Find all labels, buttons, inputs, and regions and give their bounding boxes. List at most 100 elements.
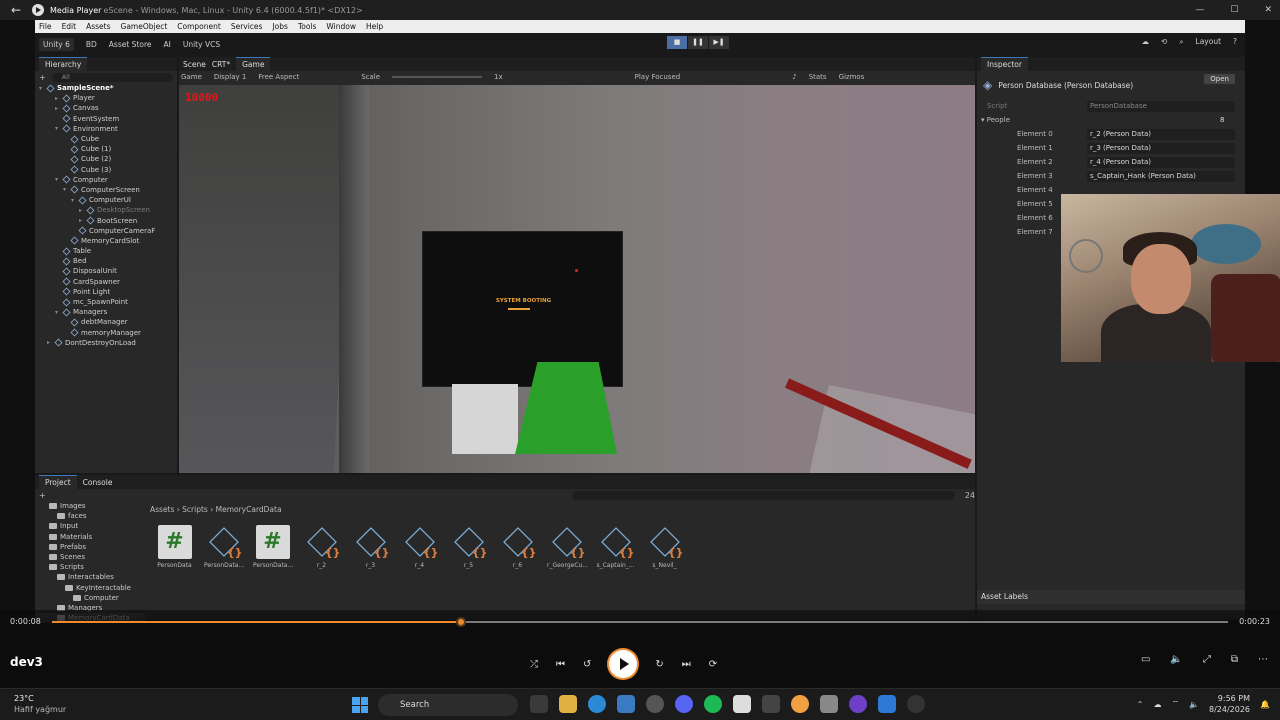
- audio-icon[interactable]: ♪: [792, 73, 796, 81]
- hierarchy-item[interactable]: ▸ BootScreen: [35, 215, 177, 225]
- terminal-icon[interactable]: [762, 695, 780, 713]
- menu-item-services[interactable]: Services: [231, 22, 263, 31]
- task-view-icon[interactable]: [530, 695, 548, 713]
- menu-item-jobs[interactable]: Jobs: [272, 22, 287, 31]
- github-icon[interactable]: [849, 695, 867, 713]
- project-search-input[interactable]: [571, 490, 955, 500]
- tab-scene[interactable]: Scene: [183, 60, 206, 69]
- rewind-10-icon[interactable]: ↺: [583, 659, 591, 670]
- hierarchy-item[interactable]: DisposalUnit: [35, 266, 177, 276]
- hierarchy-item[interactable]: Cube (3): [35, 165, 177, 175]
- hierarchy-item[interactable]: Cube (1): [35, 144, 177, 154]
- hierarchy-item[interactable]: Cube: [35, 134, 177, 144]
- history-icon[interactable]: ⟲: [1161, 37, 1167, 47]
- foldout-arrow-icon[interactable]: ▸: [47, 339, 55, 346]
- hierarchy-item[interactable]: Table: [35, 246, 177, 256]
- minimize-icon[interactable]: —: [1195, 5, 1204, 15]
- hierarchy-item[interactable]: MemoryCardSlot: [35, 236, 177, 246]
- vcs-button[interactable]: Unity VCS: [183, 40, 220, 49]
- menu-item-tools[interactable]: Tools: [298, 22, 316, 31]
- taskbar-search[interactable]: Search: [378, 694, 518, 716]
- asset-labels-section[interactable]: Asset Labels: [977, 590, 1245, 604]
- play-focused-dropdown[interactable]: Play Focused: [635, 73, 681, 81]
- hierarchy-item[interactable]: ▸ DontDestroyOnLoad: [35, 338, 177, 348]
- hierarchy-item[interactable]: debtManager: [35, 317, 177, 327]
- hierarchy-item[interactable]: ▸ DesktopScreen: [35, 205, 177, 215]
- discord-icon[interactable]: [675, 695, 693, 713]
- menu-item-gameobject[interactable]: GameObject: [121, 22, 168, 31]
- hierarchy-item[interactable]: ▾ ComputerScreen: [35, 185, 177, 195]
- menu-item-edit[interactable]: Edit: [62, 22, 77, 31]
- vscode-icon[interactable]: [878, 695, 896, 713]
- hierarchy-item[interactable]: Point Light: [35, 287, 177, 297]
- hierarchy-item[interactable]: ▾ SampleScene*: [35, 83, 177, 93]
- stats-button[interactable]: Stats: [809, 73, 827, 81]
- hierarchy-item[interactable]: ▾ Environment: [35, 124, 177, 134]
- menu-item-help[interactable]: Help: [366, 22, 383, 31]
- tab-inspector[interactable]: Inspector: [981, 57, 1028, 71]
- account-button[interactable]: BD: [86, 40, 97, 49]
- steam-icon[interactable]: [617, 695, 635, 713]
- project-folder-item[interactable]: Input: [35, 521, 145, 531]
- add-icon[interactable]: +: [39, 73, 46, 82]
- fullscreen-icon[interactable]: ⤢: [1203, 654, 1211, 665]
- game-view-dropdown[interactable]: Game: [181, 73, 202, 81]
- hierarchy-item[interactable]: memoryManager: [35, 328, 177, 338]
- hierarchy-item[interactable]: ▸ Canvas: [35, 103, 177, 113]
- repeat-icon[interactable]: ⟳: [709, 659, 717, 670]
- file-explorer-icon[interactable]: [559, 695, 577, 713]
- asset-item[interactable]: {} s_Captain_...: [596, 525, 635, 569]
- asset-item[interactable]: {} r_3: [351, 525, 390, 569]
- maximize-icon[interactable]: ☐: [1230, 5, 1238, 15]
- spotify-icon[interactable]: [704, 695, 722, 713]
- stop-button[interactable]: ■: [667, 36, 687, 49]
- tab-hierarchy[interactable]: Hierarchy: [39, 57, 88, 71]
- miniplayer-icon[interactable]: ⧉: [1231, 654, 1238, 665]
- hierarchy-item[interactable]: ▾ Managers: [35, 307, 177, 317]
- hierarchy-item[interactable]: ▸ Player: [35, 93, 177, 103]
- people-count[interactable]: 8: [1217, 115, 1237, 126]
- aspect-dropdown[interactable]: Free Aspect: [258, 73, 299, 81]
- hierarchy-item[interactable]: ▾ Computer: [35, 175, 177, 185]
- project-folder-item[interactable]: Materials: [35, 532, 145, 542]
- start-icon[interactable]: [352, 697, 368, 713]
- display-dropdown[interactable]: Display 1: [214, 73, 246, 81]
- seek-thumb[interactable]: [456, 617, 467, 627]
- people-foldout[interactable]: ▾ People: [981, 116, 1010, 124]
- hierarchy-item[interactable]: CardSpawner: [35, 277, 177, 287]
- asset-item[interactable]: # PersonData...: [253, 525, 293, 569]
- speaker-icon[interactable]: 🔈: [1189, 700, 1199, 709]
- hierarchy-item[interactable]: Cube (2): [35, 154, 177, 164]
- project-folder-item[interactable]: Scenes: [35, 552, 145, 562]
- gizmos-button[interactable]: Gizmos: [839, 73, 865, 81]
- project-folder-item[interactable]: Computer: [35, 593, 145, 603]
- previous-icon[interactable]: ⏮: [556, 659, 565, 670]
- unity-hub-icon[interactable]: [733, 695, 751, 713]
- menu-item-window[interactable]: Window: [326, 22, 356, 31]
- back-arrow-icon[interactable]: ←: [0, 3, 32, 17]
- project-folder-item[interactable]: Prefabs: [35, 542, 145, 552]
- project-folder-item[interactable]: KeyInteractable: [35, 583, 145, 593]
- project-folder-item[interactable]: faces: [35, 511, 145, 521]
- asset-item[interactable]: {} r_6: [498, 525, 537, 569]
- close-icon[interactable]: ✕: [1264, 5, 1272, 15]
- asset-item[interactable]: {} r_GeorgeCu...: [547, 525, 588, 569]
- hierarchy-search-input[interactable]: All: [51, 72, 173, 82]
- edge-icon[interactable]: [588, 695, 606, 713]
- element-object-field[interactable]: r_4 (Person Data): [1087, 156, 1235, 168]
- obs-icon[interactable]: [646, 695, 664, 713]
- foldout-arrow-icon[interactable]: ▾: [55, 176, 63, 183]
- asset-item[interactable]: {} r_2: [302, 525, 341, 569]
- element-object-field[interactable]: r_3 (Person Data): [1087, 142, 1235, 154]
- asset-item[interactable]: # PersonData: [155, 525, 194, 569]
- scale-slider[interactable]: [392, 76, 483, 78]
- shuffle-icon[interactable]: ⤮: [530, 659, 538, 670]
- play-button[interactable]: [609, 650, 638, 678]
- tab-console[interactable]: Console: [83, 478, 113, 487]
- wifi-icon[interactable]: ⌔: [1172, 699, 1180, 709]
- open-button[interactable]: Open: [1204, 74, 1235, 84]
- tab-game[interactable]: Game: [236, 57, 271, 71]
- project-folder-item[interactable]: Scripts: [35, 562, 145, 572]
- pause-button[interactable]: ❚❚: [688, 36, 708, 49]
- cloud-icon[interactable]: ☁: [1142, 37, 1150, 47]
